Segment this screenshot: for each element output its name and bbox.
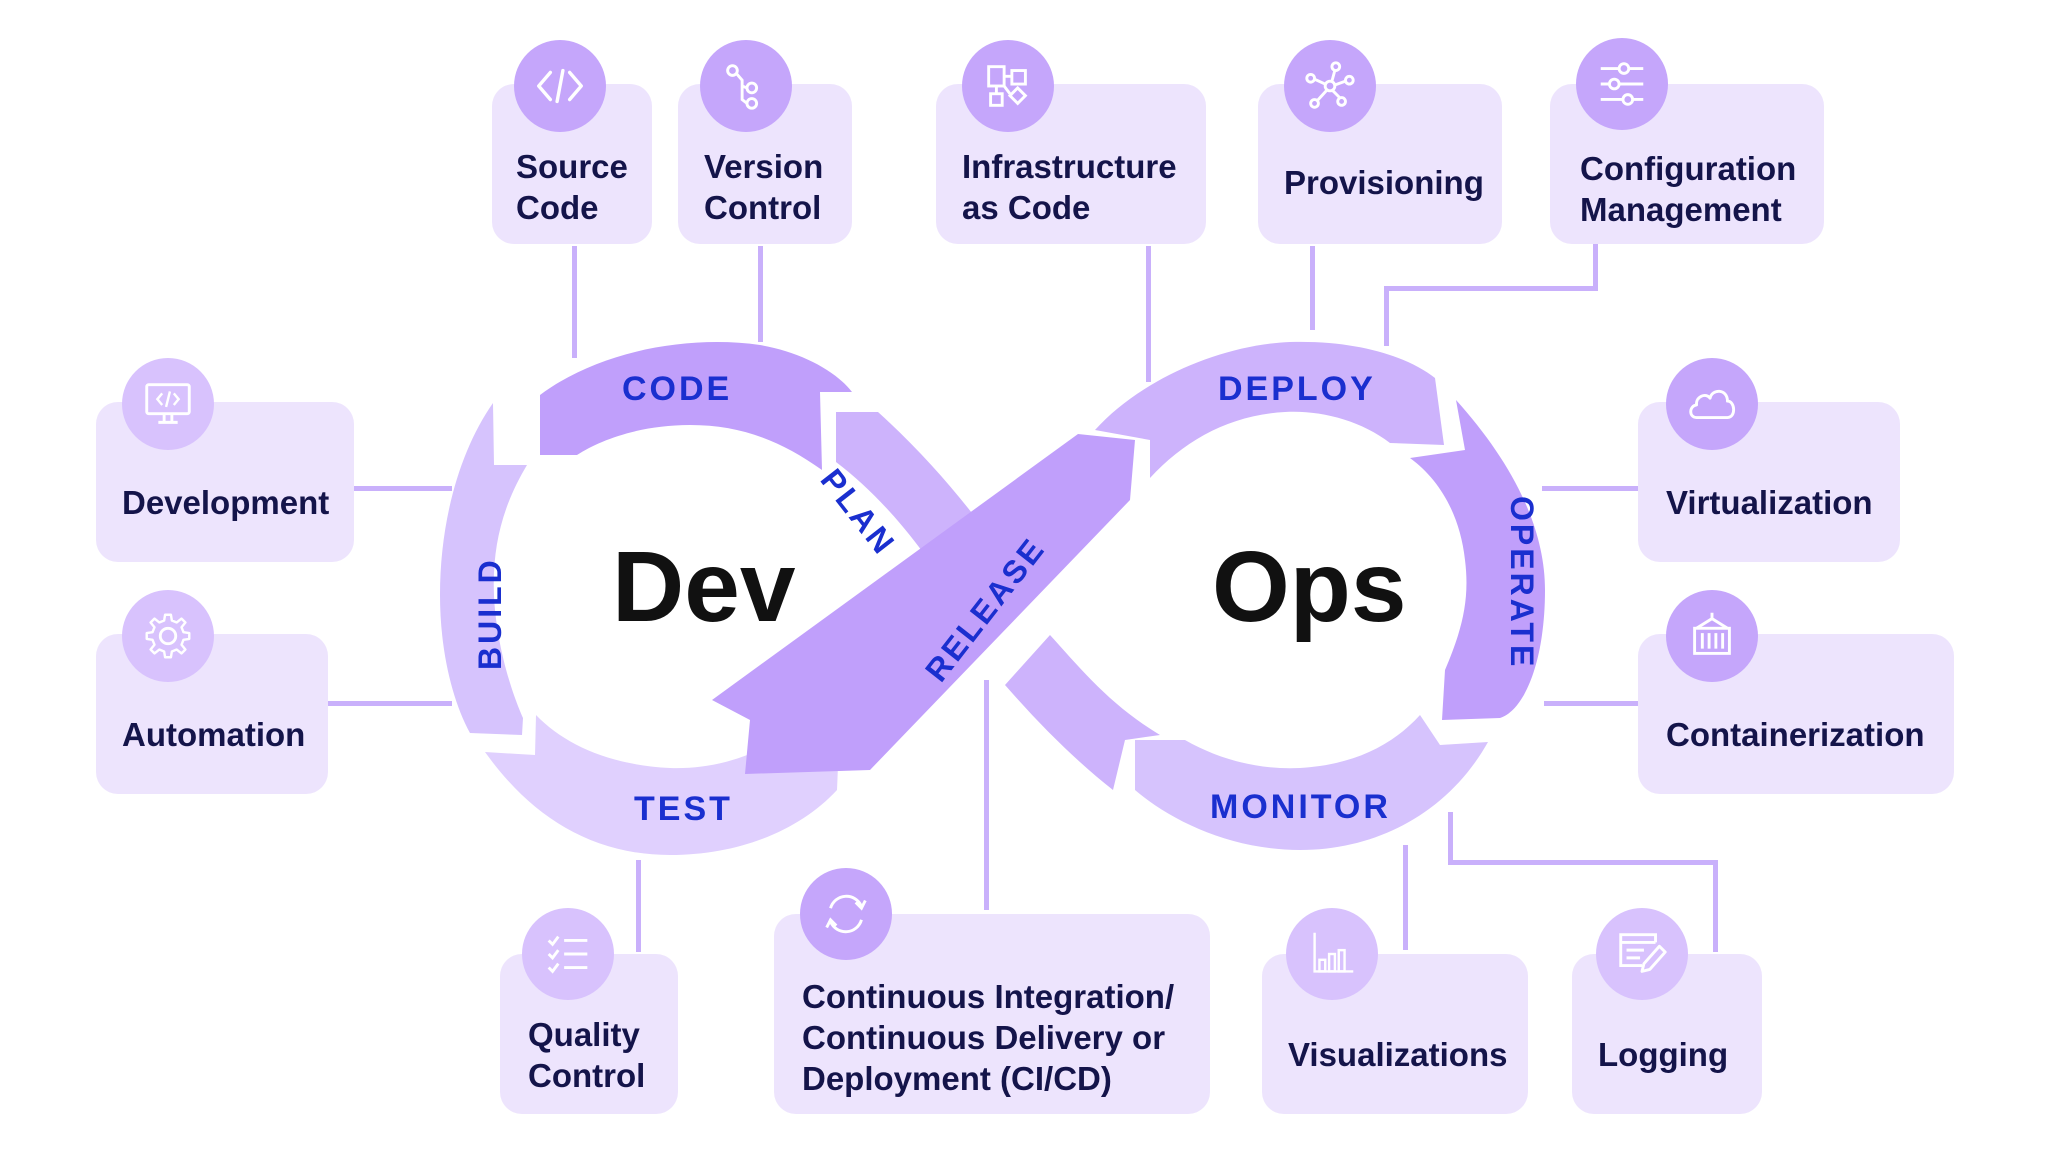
gear-icon xyxy=(122,590,214,682)
cloud-icon xyxy=(1666,358,1758,450)
card-label: Continuous Integration/ Continuous Deliv… xyxy=(802,978,1175,1097)
log-edit-icon xyxy=(1596,908,1688,1000)
card-label: Automation xyxy=(122,716,306,753)
card-label: Visualizations xyxy=(1288,1036,1508,1073)
card-label: Quality Control xyxy=(528,1016,646,1094)
card-label: Containerization xyxy=(1666,716,1925,753)
git-branch-icon xyxy=(700,40,792,132)
card-label: Version Control xyxy=(704,148,824,226)
card-label: Infrastructure as Code xyxy=(962,148,1177,226)
card-label: Virtualization xyxy=(1666,484,1873,521)
stage-label-monitor: MONITOR xyxy=(1210,788,1391,826)
network-hub-icon xyxy=(1284,40,1376,132)
card-label: Development xyxy=(122,484,330,521)
monitor-code-icon xyxy=(122,358,214,450)
dev-title: Dev xyxy=(612,531,796,643)
stage-label-build: BUILD xyxy=(472,557,508,670)
code-brackets-icon xyxy=(514,40,606,132)
bar-chart-icon xyxy=(1286,908,1378,1000)
card-label: Provisioning xyxy=(1284,164,1484,201)
stage-label-test: TEST xyxy=(634,790,733,828)
refresh-cycle-icon xyxy=(800,868,892,960)
card-label: Logging xyxy=(1598,1036,1729,1073)
card-label: Configuration Management xyxy=(1580,150,1797,228)
devops-infinity-diagram: CODE PLAN BUILD TEST RELEASE DEPLOY OPER… xyxy=(0,0,2048,1152)
ops-title: Ops xyxy=(1212,531,1407,643)
checklist-icon xyxy=(522,908,614,1000)
card-label: Source Code xyxy=(516,148,628,226)
stage-arrow-monitor[interactable] xyxy=(1135,715,1488,850)
stage-label-operate: OPERATE xyxy=(1504,496,1540,670)
flowchart-icon xyxy=(962,40,1054,132)
sliders-icon xyxy=(1576,38,1668,130)
stage-label-code: CODE xyxy=(622,370,733,408)
stage-label-deploy: DEPLOY xyxy=(1218,370,1376,408)
stage-arrow-deploy[interactable] xyxy=(1095,341,1444,478)
shipping-container-icon xyxy=(1666,590,1758,682)
